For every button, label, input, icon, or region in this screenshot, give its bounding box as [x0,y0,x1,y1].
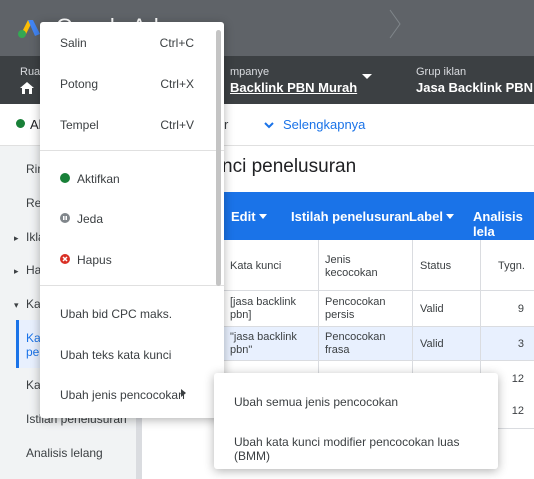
nav-item-analisis-lelang[interactable]: Analisis lelang [26,446,103,460]
status-enabled-icon [16,119,25,128]
menu-item-cut[interactable]: Potong [60,77,98,91]
more-link[interactable]: Selengkapnya [283,117,365,132]
paused-status-icon [60,213,70,223]
enabled-status-icon [60,173,70,183]
table-cell-impressions: 3 [517,338,524,350]
column-header-match-type[interactable]: Jenis kecocokan [325,254,378,280]
table-cell-keyword[interactable]: [jasa backlink pbn] [230,296,296,322]
label-menu-button[interactable]: Label [409,209,443,224]
cut-shortcut: Ctrl+X [160,77,194,91]
column-header-impressions[interactable]: Tygn. [498,260,525,272]
submenu-item-change-bmm[interactable]: Ubah kata kunci modifier pencocokan luas… [234,435,498,463]
chevron-right-icon [386,8,404,40]
submenu-arrow-icon [181,389,186,397]
nav-item-kata-kunci-penelusuran[interactable]: Ka pe [26,331,41,359]
search-terms-button[interactable]: Istilah penelusuran [291,209,409,224]
menu-item-remove[interactable]: Hapus [77,253,112,267]
caret-right-icon: ▸ [14,233,19,243]
edit-menu-button[interactable]: Edit [231,209,256,224]
caret-down-icon: ▾ [14,300,19,310]
table-cell-status: Valid [420,338,444,350]
menu-item-change-max-cpc[interactable]: Ubah bid CPC maks. [60,307,172,321]
table-cell-impressions: 12 [511,405,524,417]
filter-fragment: r [224,117,229,132]
google-ads-logo-icon[interactable] [16,14,42,40]
table-cell-status: Valid [420,303,444,315]
nav-item-kata-kunci-negatif[interactable]: Ka [26,378,41,392]
menu-item-change-keyword-text[interactable]: Ubah teks kata kunci [60,348,171,362]
adgroup-name[interactable]: Jasa Backlink PBN [416,80,533,95]
dropdown-arrow-icon [446,214,454,219]
context-menu: Salin Ctrl+C Potong Ctrl+X Tempel Ctrl+V… [40,22,224,418]
menu-item-paste[interactable]: Tempel [60,118,99,132]
chevron-down-icon[interactable] [263,118,275,129]
paste-shortcut: Ctrl+V [160,118,194,132]
menu-scrollbar[interactable] [216,30,221,286]
table-cell-impressions: 12 [511,373,524,385]
menu-item-enable[interactable]: Aktifkan [77,172,120,186]
caret-right-icon: ▸ [14,266,19,276]
home-icon[interactable] [20,82,34,94]
table-divider [224,326,534,327]
table-cell-keyword[interactable]: "jasa backlink pbn" [230,331,297,357]
column-header-status[interactable]: Status [420,260,451,272]
match-type-submenu: Ubah semua jenis pencocokan Ubah kata ku… [214,373,498,469]
menu-item-change-match-type[interactable]: Ubah jenis pencocokan [60,388,185,402]
submenu-item-change-all-match-types[interactable]: Ubah semua jenis pencocokan [234,395,398,409]
copy-shortcut: Ctrl+C [159,36,194,50]
table-cell-match-type: Pencocokan frasa [325,331,386,356]
menu-item-copy[interactable]: Salin [60,36,87,50]
adgroup-label: Grup iklan [416,66,467,78]
table-divider [224,360,534,361]
table-cell-match-type: Pencocokan persis [325,296,386,321]
campaign-dropdown-icon[interactable] [362,74,372,79]
menu-divider [40,285,224,286]
campaign-selector[interactable]: Backlink PBN Murah [230,80,357,95]
dropdown-arrow-icon [259,214,267,219]
campaign-label: mpanye [230,66,270,78]
table-divider [224,290,534,291]
removed-status-icon [60,254,70,264]
auction-insights-button[interactable]: Analisis lela [473,209,534,239]
table-cell-impressions: 9 [517,303,524,315]
menu-item-pause[interactable]: Jeda [77,212,103,226]
column-header-keyword[interactable]: Kata kunci [230,260,281,272]
nav-item-kata-kunci[interactable]: Ka [26,297,41,311]
page-title: nci penelusuran [222,156,357,177]
menu-divider [40,150,224,151]
